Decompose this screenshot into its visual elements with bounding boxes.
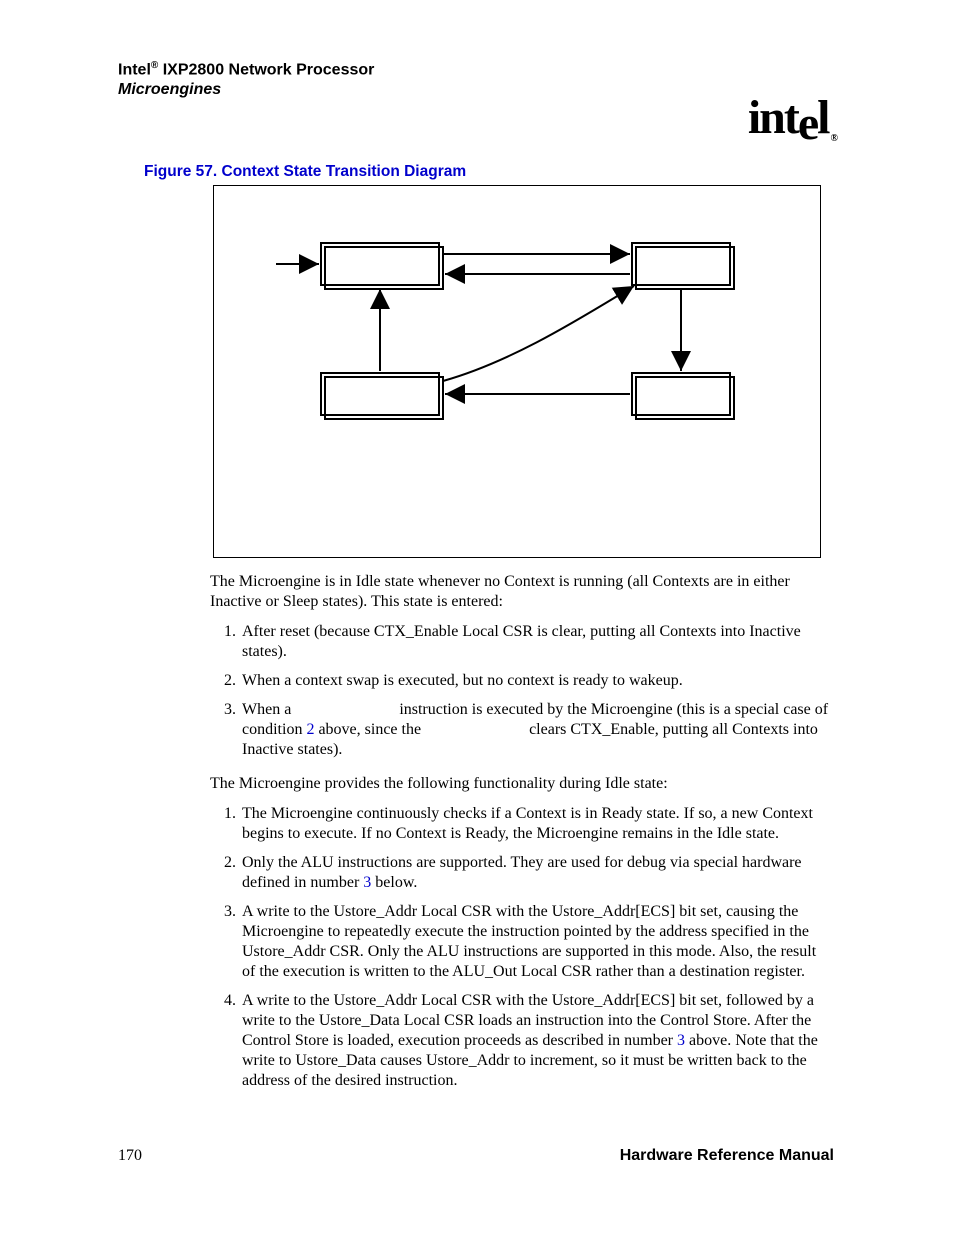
logo-text3: l xyxy=(817,91,828,144)
state-box-executing xyxy=(632,373,730,415)
list2-item4: A write to the Ustore_Addr Local CSR wit… xyxy=(240,991,830,1091)
idle-functionality-list: The Microengine continuously checks if a… xyxy=(210,804,830,1091)
list1-item3-c: above, since the xyxy=(314,721,425,738)
state-box-sleep xyxy=(321,373,439,415)
state-transition-diagram xyxy=(213,185,821,558)
list1-item3: When a instruction is executed by the Mi… xyxy=(240,700,830,760)
xref-number-3b[interactable]: 3 xyxy=(677,1032,685,1049)
arrow-sleep-to-ready xyxy=(443,286,634,381)
list1-item1: After reset (because CTX_Enable Local CS… xyxy=(240,622,830,662)
figure-caption: Figure 57. Context State Transition Diag… xyxy=(144,163,466,181)
list1-item2: When a context swap is executed, but no … xyxy=(240,671,830,691)
list1-item3-a: When a xyxy=(242,701,295,718)
idle-entered-list: After reset (because CTX_Enable Local CS… xyxy=(210,622,830,760)
paragraph-idle-functionality: The Microengine provides the following f… xyxy=(210,774,830,794)
state-box-inactive xyxy=(321,243,439,285)
header-line1-prefix: Intel xyxy=(118,61,151,78)
page-header: Intel® IXP2800 Network Processor Microen… xyxy=(118,60,834,100)
header-title: Intel® IXP2800 Network Processor Microen… xyxy=(118,60,834,100)
body-content: The Microengine is in Idle state wheneve… xyxy=(210,572,830,1105)
page-number: 170 xyxy=(118,1147,142,1165)
header-line2: Microengines xyxy=(118,81,221,98)
intel-logo: intel® xyxy=(748,90,834,145)
logo-text2: e xyxy=(798,97,817,150)
logo-text1: int xyxy=(748,91,798,144)
list2-item2-a: Only the ALU instructions are supported.… xyxy=(242,854,802,891)
list2-item3: A write to the Ustore_Addr Local CSR wit… xyxy=(240,902,830,982)
state-box-ready xyxy=(632,243,730,285)
logo-reg: ® xyxy=(831,133,836,144)
diagram-svg xyxy=(214,186,820,557)
document-title: Hardware Reference Manual xyxy=(620,1147,834,1165)
page-footer: 170 Hardware Reference Manual xyxy=(118,1147,834,1165)
page: Intel ® IXP2800 Network Processor Microen… xyxy=(0,0,954,1235)
paragraph-idle-intro: The Microengine is in Idle state wheneve… xyxy=(210,572,830,612)
list2-item1: The Microengine continuously checks if a… xyxy=(240,804,830,844)
header-line1-suffix: IXP2800 Network Processor xyxy=(158,61,374,78)
list2-item2-b: below. xyxy=(371,874,417,891)
list2-item2: Only the ALU instructions are supported.… xyxy=(240,853,830,893)
